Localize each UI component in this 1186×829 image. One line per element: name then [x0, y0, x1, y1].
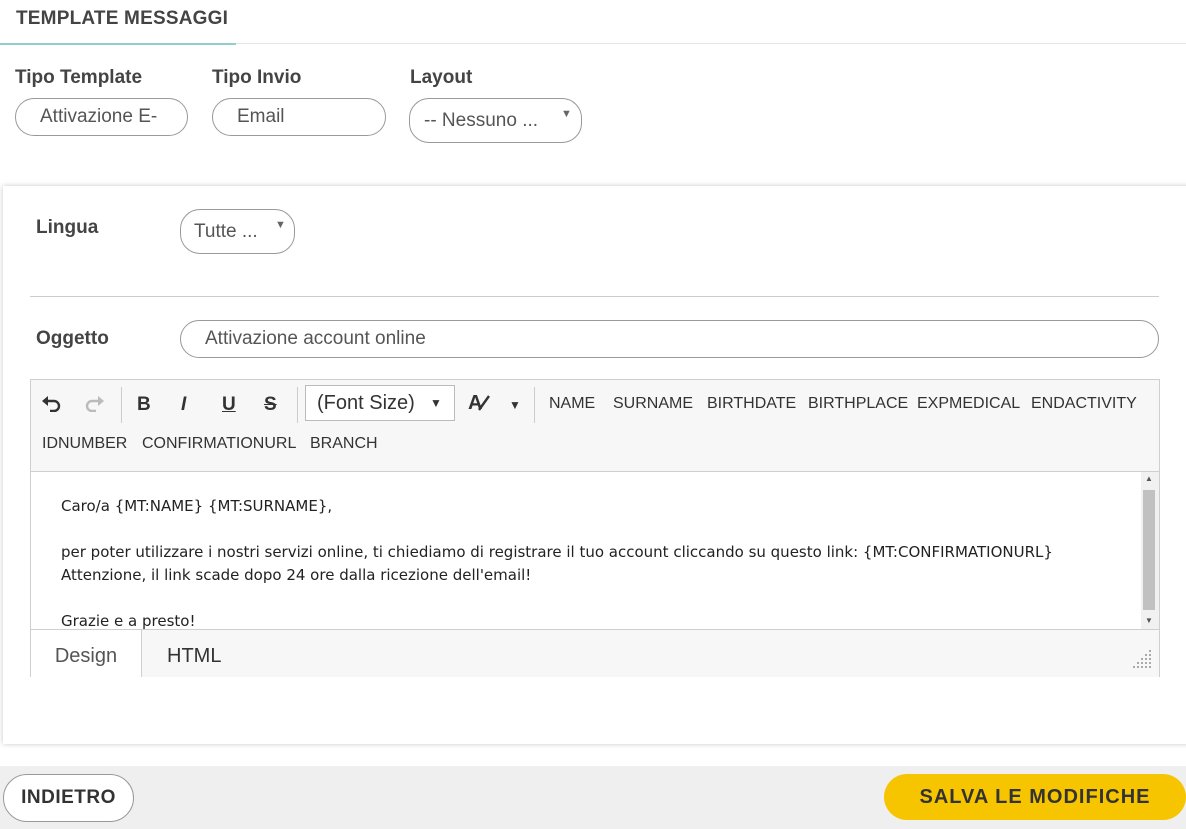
scroll-thumb[interactable] — [1143, 490, 1155, 610]
italic-button[interactable]: I — [181, 394, 186, 416]
undo-icon[interactable] — [41, 394, 63, 412]
tab-html-label: HTML — [167, 645, 222, 667]
scroll-down-arrow-icon[interactable]: ▼ — [1145, 616, 1153, 625]
toolbar-separator — [297, 387, 298, 423]
save-changes-button[interactable]: SALVA LE MODIFICHE — [884, 774, 1186, 820]
font-size-select-value: (Font Size) — [317, 392, 415, 414]
strikethrough-button[interactable]: S — [264, 394, 277, 416]
oggetto-input[interactable]: Attivazione account online — [180, 320, 1159, 358]
lingua-dropdown-caret-icon[interactable]: ▼ — [275, 219, 286, 231]
layout-select-value: -- Nessuno ... — [424, 110, 539, 131]
svg-text:A: A — [468, 392, 482, 414]
tipo-template-field[interactable]: Attivazione E- — [15, 98, 188, 136]
section-divider — [30, 296, 1159, 297]
lingua-label: Lingua — [36, 217, 99, 238]
content-line: per poter utilizzare i nostri servizi on… — [61, 543, 1053, 561]
font-size-caret-icon: ▼ — [430, 396, 442, 410]
text-color-icon[interactable]: A — [467, 390, 497, 414]
scroll-up-arrow-icon[interactable]: ▲ — [1145, 474, 1153, 483]
page-title: TEMPLATE MESSAGGI — [16, 8, 229, 29]
layout-select[interactable]: -- Nessuno ... — [409, 98, 582, 143]
oggetto-label: Oggetto — [36, 328, 109, 349]
tab-design[interactable]: Design — [31, 630, 142, 677]
editor-toolbar: B I U S (Font Size) ▼ A ▼ NAME SURNAME B… — [31, 380, 1159, 472]
tipo-invio-field[interactable]: Email — [212, 98, 386, 136]
token-branch-button[interactable]: BRANCH — [310, 435, 378, 453]
token-endactivity-button[interactable]: ENDACTIVITY — [1031, 395, 1137, 413]
tipo-invio-label: Tipo Invio — [212, 67, 302, 88]
editor-scrollbar[interactable]: ▲ ▼ — [1141, 472, 1159, 629]
tipo-template-label: Tipo Template — [15, 67, 143, 88]
token-name-button[interactable]: NAME — [549, 395, 595, 413]
back-button[interactable]: INDIETRO — [3, 774, 134, 822]
layout-label: Layout — [410, 67, 473, 88]
layout-dropdown-caret-icon[interactable]: ▼ — [561, 108, 572, 120]
token-birthplace-button[interactable]: BIRTHPLACE — [808, 395, 908, 413]
content-line: Attenzione, il link scade dopo 24 ore da… — [61, 566, 532, 584]
editor-content-area[interactable]: Caro/a {MT:NAME} {MT:SURNAME}, per poter… — [31, 472, 1141, 629]
lingua-select-value: Tutte ... — [194, 221, 258, 242]
rich-text-editor: B I U S (Font Size) ▼ A ▼ NAME SURNAME B… — [30, 379, 1160, 677]
tab-design-label: Design — [54, 645, 118, 667]
bold-button[interactable]: B — [137, 394, 151, 416]
content-line: Grazie e a presto! — [61, 612, 196, 629]
tab-html[interactable]: HTML — [167, 630, 221, 677]
toolbar-separator — [534, 387, 535, 423]
token-confirmationurl-button[interactable]: CONFIRMATIONURL — [142, 435, 296, 453]
token-idnumber-button[interactable]: IDNUMBER — [42, 435, 127, 453]
page-header: TEMPLATE MESSAGGI — [0, 0, 1186, 44]
lingua-select[interactable]: Tutte ... — [180, 209, 295, 254]
text-color-caret-icon[interactable]: ▼ — [509, 398, 521, 412]
redo-icon[interactable] — [83, 394, 105, 412]
token-expmedical-button[interactable]: EXPMEDICAL — [917, 395, 1020, 413]
content-line: Caro/a {MT:NAME} {MT:SURNAME}, — [61, 497, 333, 515]
token-surname-button[interactable]: SURNAME — [613, 395, 693, 413]
token-birthdate-button[interactable]: BIRTHDATE — [707, 395, 796, 413]
underline-button[interactable]: U — [222, 394, 236, 416]
font-size-select[interactable]: (Font Size) ▼ — [305, 385, 455, 421]
resize-handle-icon[interactable] — [1131, 648, 1153, 670]
header-accent-line — [0, 43, 236, 45]
toolbar-separator — [121, 387, 122, 423]
editor-mode-bar: Design HTML — [31, 629, 1159, 677]
